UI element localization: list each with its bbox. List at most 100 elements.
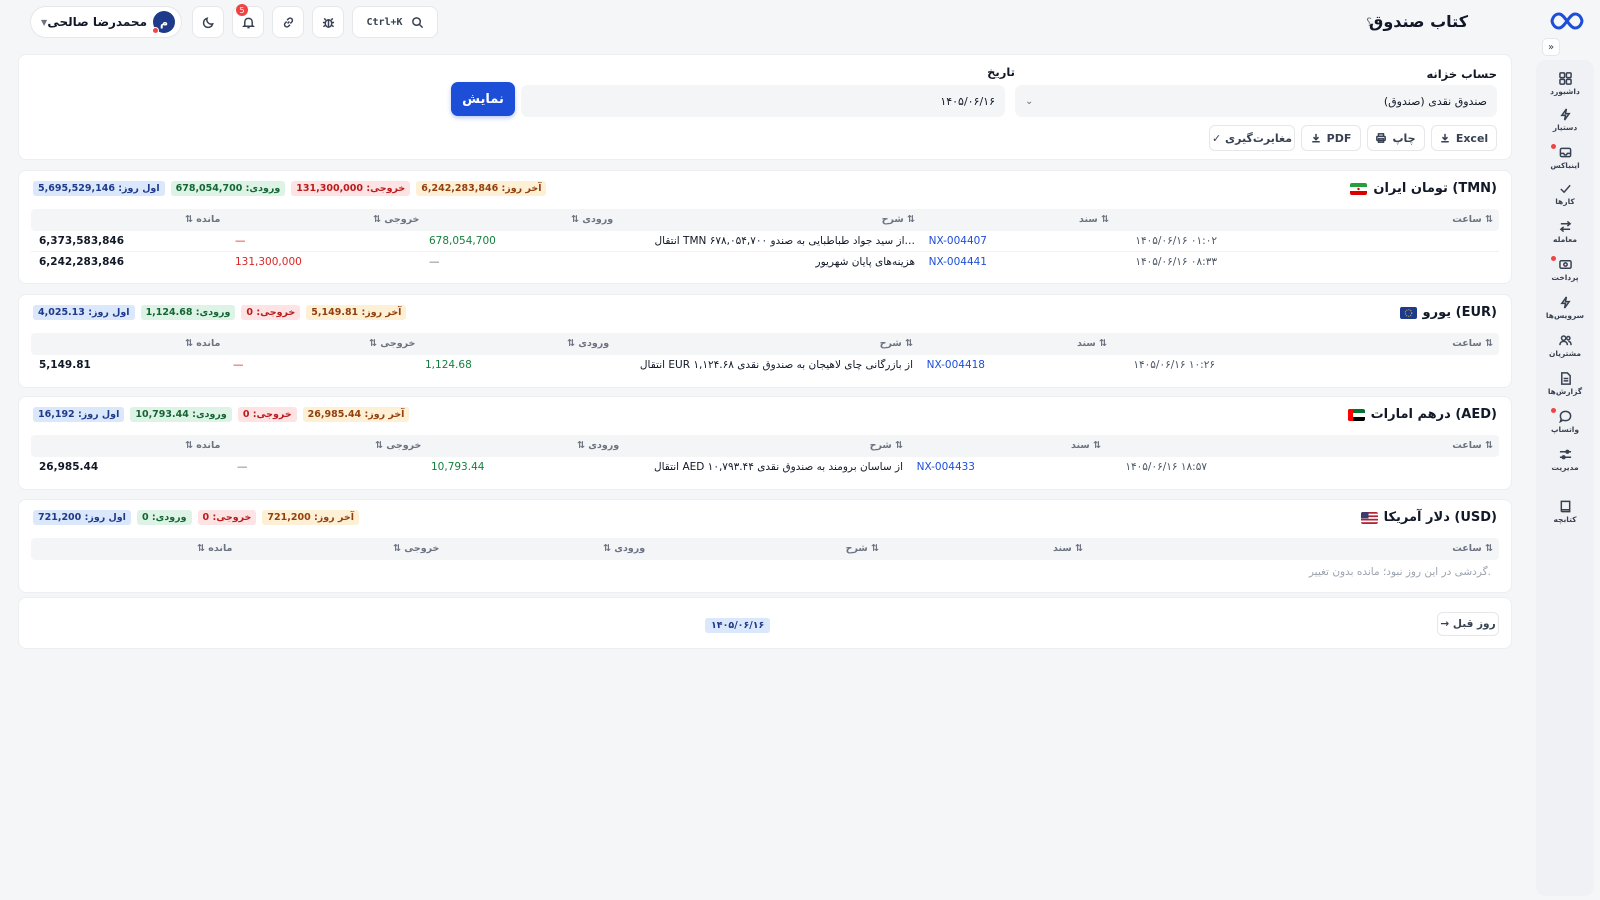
sidebar-collapse-button[interactable]: » xyxy=(1542,38,1560,56)
opening-balance-badge: اول روز: 721,200 xyxy=(33,510,131,525)
sidebar-item-payment[interactable]: پرداخت xyxy=(1536,252,1594,288)
search-button[interactable]: Ctrl+K xyxy=(352,6,438,38)
day-summary: آخر روز: 6,242,283,846 خروجی: 131,300,00… xyxy=(33,181,547,196)
sidebar-item-trade[interactable]: معامله xyxy=(1536,214,1594,250)
col-doc[interactable]: سند ⇅ xyxy=(1079,214,1109,225)
print-button[interactable]: چاپ xyxy=(1367,125,1425,151)
table-header: ساعت ⇅ سند ⇅ شرح ⇅ ⇅ ورودی ⇅ خروجی ⇅ مان… xyxy=(31,333,1499,355)
cell-doc-link[interactable]: NX-004433 xyxy=(917,461,975,473)
col-balance[interactable]: ⇅ مانده xyxy=(185,214,220,225)
col-out[interactable]: ⇅ خروجی xyxy=(393,543,439,554)
outflow-badge: خروجی: 0 xyxy=(237,407,297,422)
sidebar-item-label: داشبورد xyxy=(1550,87,1580,96)
app-logo[interactable] xyxy=(1550,10,1584,32)
sidebar-item-whatsapp[interactable]: واتساپ xyxy=(1536,404,1594,440)
pdf-export-button[interactable]: PDF xyxy=(1301,125,1361,151)
cell-in: 10,793.44 xyxy=(431,461,485,473)
col-desc[interactable]: شرح ⇅ xyxy=(882,214,915,225)
cell-doc-link[interactable]: NX-004407 xyxy=(929,235,987,247)
table-row[interactable]: ۱۴۰۵/۰۶/۱۶ ۱۰:۲۶ NX-004418 انتقال EUR ۱,… xyxy=(31,355,1499,376)
col-desc[interactable]: شرح ⇅ xyxy=(880,338,913,349)
check-icon xyxy=(1559,184,1571,194)
sidebar-item-inbox[interactable]: اینباکس xyxy=(1536,140,1594,176)
cell-in: 678,054,700 xyxy=(429,235,496,247)
col-time[interactable]: ساعت ⇅ xyxy=(1452,214,1493,225)
date-input[interactable]: ۱۴۰۵/۰۶/۱۶ xyxy=(521,85,1005,117)
opening-balance-badge: اول روز: 16,192 xyxy=(33,407,125,422)
cell-time: ۱۴۰۵/۰۶/۱۶ ۱۸:۵۷ xyxy=(1125,461,1207,473)
unread-dot xyxy=(1551,408,1556,413)
account-select[interactable]: ⌄ صندوق نقدی (صندوق) xyxy=(1015,85,1497,117)
sidebar-item-reports[interactable]: گزارش‌ها xyxy=(1536,366,1594,402)
sidebar-item-label: مشتریان xyxy=(1548,349,1582,358)
cell-balance: 6,242,283,846 xyxy=(39,256,125,268)
closing-balance-badge: آخر روز: 6,242,283,846 xyxy=(416,181,547,196)
eu-flag-icon xyxy=(1399,306,1417,319)
col-desc[interactable]: شرح ⇅ xyxy=(846,543,879,554)
col-out[interactable]: ⇅ خروجی xyxy=(373,214,419,225)
col-doc[interactable]: سند ⇅ xyxy=(1077,338,1107,349)
col-in[interactable]: ⇅ ورودی xyxy=(603,543,645,554)
inflow-badge: ورودی: 10,793.44 xyxy=(130,407,232,422)
col-in[interactable]: ⇅ ورودی xyxy=(571,214,613,225)
cell-time: ۱۴۰۵/۰۶/۱۶ ۱۰:۲۶ xyxy=(1133,359,1215,371)
cell-desc: انتقال EUR ۱,۱۲۴.۶۸ از بازرگانی چای لاهی… xyxy=(639,359,913,371)
col-out[interactable]: ⇅ خروجی xyxy=(375,440,421,451)
section-title: درهم امارات (AED) xyxy=(1347,407,1497,422)
excel-export-button[interactable]: Excel xyxy=(1431,125,1497,151)
show-button[interactable]: نمایش xyxy=(451,82,515,116)
sidebar-item-assistant[interactable]: دستیار xyxy=(1536,102,1594,138)
opening-balance-badge: اول روز: 4,025.13 xyxy=(33,305,135,320)
sidebar-item-dashboard[interactable]: داشبورد xyxy=(1536,66,1594,102)
section-title: تومان ایران (TMN) xyxy=(1350,181,1497,196)
col-balance[interactable]: ⇅ مانده xyxy=(185,440,220,451)
col-time[interactable]: ساعت ⇅ xyxy=(1452,543,1493,554)
sidebar-item-tasks[interactable]: کارها xyxy=(1536,176,1594,212)
help-icon[interactable]: ؟ xyxy=(1366,16,1372,29)
cell-desc: انتقال TMN ۶۷۸,۰۵۴,۷۰۰ از سید جواد طباطب… xyxy=(654,235,915,247)
col-desc[interactable]: شرح ⇅ xyxy=(870,440,903,451)
uae-flag-icon xyxy=(1347,408,1365,421)
debug-button[interactable] xyxy=(312,6,344,38)
outflow-badge: خروجی: 131,300,000 xyxy=(291,181,411,196)
col-in[interactable]: ⇅ ورودی xyxy=(567,338,609,349)
previous-day-button[interactable]: → روز قبل xyxy=(1437,612,1499,636)
printer-icon xyxy=(1376,133,1387,143)
section-title-text: درهم امارات (AED) xyxy=(1370,407,1497,422)
table-row[interactable]: ۱۴۰۵/۰۶/۱۶ ۰۸:۳۳ NX-004441 هزینه‌های پای… xyxy=(31,252,1499,273)
user-menu[interactable]: ▼ محمدرضا صالحی م xyxy=(30,6,182,38)
reconcile-button[interactable]: ✓ مغایرت‌گیری xyxy=(1209,125,1295,151)
table-row[interactable]: ۱۴۰۵/۰۶/۱۶ ۰۱:۰۲ NX-004407 انتقال TMN ۶۷… xyxy=(31,231,1499,252)
col-time[interactable]: ساعت ⇅ xyxy=(1452,338,1493,349)
col-out[interactable]: ⇅ خروجی xyxy=(369,338,415,349)
col-balance[interactable]: ⇅ مانده xyxy=(185,338,220,349)
theme-toggle-button[interactable] xyxy=(192,6,224,38)
excel-label: Excel xyxy=(1455,131,1489,145)
section-title-text: دلار آمریکا (USD) xyxy=(1383,510,1497,525)
col-doc[interactable]: سند ⇅ xyxy=(1053,543,1083,554)
closing-balance-badge: آخر روز: 26,985.44 xyxy=(302,407,410,422)
sidebar-item-services[interactable]: سرویس‌ها xyxy=(1536,290,1594,326)
day-summary: آخر روز: 26,985.44 خروجی: 0 ورودی: 10,79… xyxy=(33,407,410,422)
cell-out: — xyxy=(235,235,246,247)
link-button[interactable] xyxy=(272,6,304,38)
cell-doc-link[interactable]: NX-004441 xyxy=(929,256,987,268)
sidebar-item-management[interactable]: مدیریت xyxy=(1536,442,1594,478)
day-summary: آخر روز: 5,149.81 خروجی: 0 ورودی: 1,124.… xyxy=(33,305,407,320)
sidebar-item-label: اینباکس xyxy=(1550,161,1580,170)
section-title: یورو (EUR) xyxy=(1399,305,1497,320)
sidebar-item-handbook[interactable]: کتابچه xyxy=(1536,494,1594,530)
notifications-button[interactable]: 5 xyxy=(232,4,264,38)
inbox-icon xyxy=(1559,147,1571,158)
col-balance[interactable]: ⇅ مانده xyxy=(197,543,232,554)
currency-section-eur: یورو (EUR) آخر روز: 5,149.81 خروجی: 0 ور… xyxy=(18,294,1512,388)
cell-balance: 5,149.81 xyxy=(39,359,91,371)
sidebar-item-customers[interactable]: مشتریان xyxy=(1536,328,1594,364)
col-in[interactable]: ⇅ ورودی xyxy=(577,440,619,451)
cell-doc-link[interactable]: NX-004418 xyxy=(927,359,985,371)
avatar-initial: م xyxy=(159,15,169,29)
col-time[interactable]: ساعت ⇅ xyxy=(1452,440,1493,451)
col-doc[interactable]: سند ⇅ xyxy=(1071,440,1101,451)
table-row[interactable]: ۱۴۰۵/۰۶/۱۶ ۱۸:۵۷ NX-004433 انتقال AED ۱۰… xyxy=(31,457,1499,478)
sidebar-item-label: گزارش‌ها xyxy=(1547,387,1583,396)
